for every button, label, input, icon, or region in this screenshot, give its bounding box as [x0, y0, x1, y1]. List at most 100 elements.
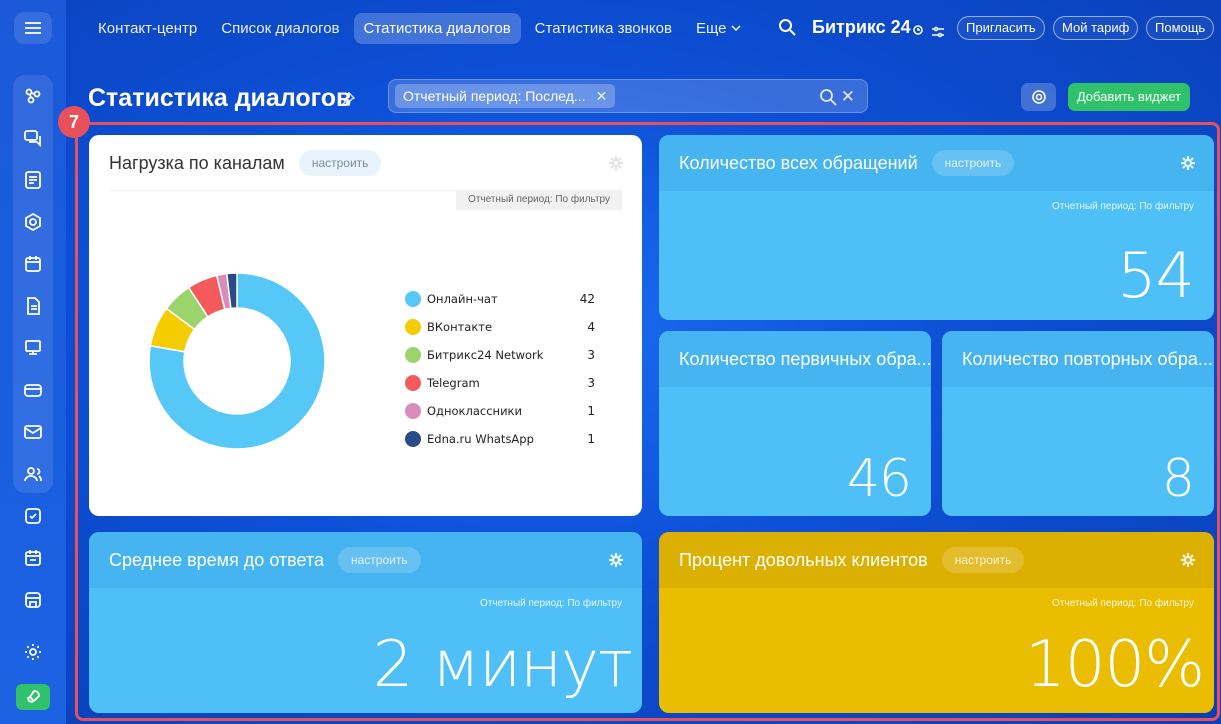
period-label: Отчетный период: По фильтру [1052, 598, 1194, 609]
configure-button[interactable]: настроить [931, 150, 1015, 176]
configure-button[interactable]: настроить [338, 547, 421, 573]
legend-name: Telegram [427, 376, 480, 390]
widget-title: Количество первичных обра... [679, 348, 931, 369]
page-title: Статистика диалогов [88, 84, 352, 112]
legend-count: 1 [587, 432, 595, 446]
flow-icon[interactable] [22, 85, 44, 107]
widget-satisfaction: Процент довольных клиентов настроить Отч… [659, 532, 1214, 713]
filter-clear-icon[interactable]: ✕ [841, 87, 855, 107]
legend-dot [405, 291, 421, 307]
legend-item: Одноклассники 1 [405, 397, 595, 425]
widget-title: Количество всех обращений [679, 152, 918, 173]
more-label: Еще [695, 19, 727, 37]
store-icon[interactable] [22, 589, 44, 611]
widget-title: Процент довольных клиентов [679, 549, 928, 570]
widget-title: Нагрузка по каналам [109, 152, 285, 173]
legend-item: Битрикс24 Network 3 [405, 341, 595, 369]
filter-search-bar[interactable]: Отчетный период: Послед... ✕ ✕ [388, 79, 868, 113]
metric-value: 46 [846, 449, 912, 509]
left-sidebar [0, 0, 66, 724]
widget-first-requests: Количество первичных обра... 46 [659, 331, 931, 516]
search-icon[interactable] [778, 18, 798, 38]
legend-name: Edna.ru WhatsApp [427, 432, 534, 446]
invite-button[interactable]: Пригласить [957, 16, 1045, 40]
legend-count: 42 [579, 292, 595, 306]
legend-item: Онлайн-чат 42 [405, 285, 595, 313]
legend-count: 3 [587, 348, 595, 362]
tab-more[interactable]: Еще [686, 13, 751, 44]
configure-button[interactable]: настроить [941, 547, 1025, 573]
tab-contact-center[interactable]: Контакт-центр [88, 13, 207, 44]
gear-icon[interactable] [608, 155, 624, 171]
widget-all-requests: Количество всех обращений настроить Отче… [659, 135, 1214, 320]
rocket-icon[interactable] [16, 684, 50, 710]
gear-icon[interactable] [1180, 552, 1196, 568]
brand-name: Битрикс 24 [812, 17, 911, 37]
feed-icon[interactable] [22, 169, 44, 191]
metric-value: 8 [1161, 449, 1195, 509]
widget-repeat-requests: Количество повторных обра... 8 [942, 331, 1214, 516]
filter-chip[interactable]: Отчетный период: Послед... ✕ [395, 84, 616, 108]
metric-value: 2 минут [372, 628, 633, 702]
legend-count: 3 [587, 376, 595, 390]
calendar-icon[interactable] [22, 253, 44, 275]
configure-button[interactable]: настроить [298, 150, 382, 176]
legend-dot [405, 347, 421, 363]
period-label: Отчетный период: По фильтру [1052, 201, 1194, 212]
tab-dialog-stats[interactable]: Статистика диалогов [353, 12, 521, 44]
tariff-button[interactable]: Мой тариф [1053, 16, 1139, 40]
task-check-icon[interactable] [22, 505, 44, 527]
gear-icon[interactable] [608, 552, 624, 568]
chip-close-icon[interactable]: ✕ [596, 88, 608, 105]
donut-chart [148, 272, 326, 450]
legend-item: Edna.ru WhatsApp 1 [405, 425, 595, 453]
gear-icon[interactable] [1180, 155, 1196, 171]
filter-chip-label: Отчетный период: Послед... [403, 88, 586, 104]
chat-icon[interactable] [22, 127, 44, 149]
metric-value: 100% [1025, 628, 1205, 702]
legend-item: Telegram 3 [405, 369, 595, 397]
period-label: Отчетный период: По фильтру [480, 598, 622, 609]
presentation-icon[interactable] [22, 337, 44, 359]
tab-dialog-list[interactable]: Список диалогов [211, 13, 349, 44]
legend-name: Онлайн-чат [427, 292, 498, 306]
clock-icon [912, 19, 923, 35]
help-button[interactable]: Помощь [1146, 16, 1215, 40]
top-navigation: Контакт-центр Список диалогов Статистика… [88, 12, 755, 44]
filter-search-icon[interactable] [819, 88, 837, 106]
pin-icon[interactable] [341, 91, 356, 107]
mail-icon[interactable] [22, 421, 44, 443]
document-icon[interactable] [22, 295, 44, 317]
widget-title: Количество повторных обра... [962, 348, 1213, 369]
settings-icon[interactable] [22, 641, 44, 663]
settings-button[interactable] [1021, 83, 1056, 111]
shield-icon[interactable] [22, 211, 44, 233]
highlight-badge: 7 [58, 106, 90, 138]
legend-dot [405, 319, 421, 335]
sliders-icon[interactable] [931, 22, 945, 37]
legend-dot [405, 403, 421, 419]
menu-icon[interactable] [14, 12, 52, 44]
brand-logo[interactable]: Битрикс 24 [812, 17, 945, 38]
legend-name: Битрикс24 Network [427, 348, 544, 362]
contacts-icon[interactable] [22, 463, 44, 485]
card-icon[interactable] [22, 379, 44, 401]
chevron-down-icon [730, 25, 741, 32]
chart-legend: Онлайн-чат 42 ВКонтакте 4 Битрикс24 Networ… [405, 285, 595, 453]
legend-item: ВКонтакте 4 [405, 313, 595, 341]
widget-response-time: Среднее время до ответа настроить Отчетн… [89, 532, 642, 713]
add-widget-button[interactable]: Добавить виджет [1068, 83, 1190, 111]
legend-dot [405, 431, 421, 447]
gear-icon [1031, 90, 1046, 104]
legend-name: ВКонтакте [427, 320, 493, 334]
schedule-icon[interactable] [22, 547, 44, 569]
metric-value: 54 [1117, 239, 1195, 312]
widget-channel-load: Нагрузка по каналам настроить Отчетный п… [89, 135, 642, 516]
widget-title: Среднее время до ответа [109, 549, 324, 570]
legend-count: 1 [587, 404, 595, 418]
legend-count: 4 [587, 320, 595, 334]
legend-name: Одноклассники [427, 404, 522, 418]
legend-dot [405, 375, 421, 391]
period-label: Отчетный период: По фильтру [456, 190, 622, 210]
tab-call-stats[interactable]: Статистика звонков [525, 13, 682, 44]
